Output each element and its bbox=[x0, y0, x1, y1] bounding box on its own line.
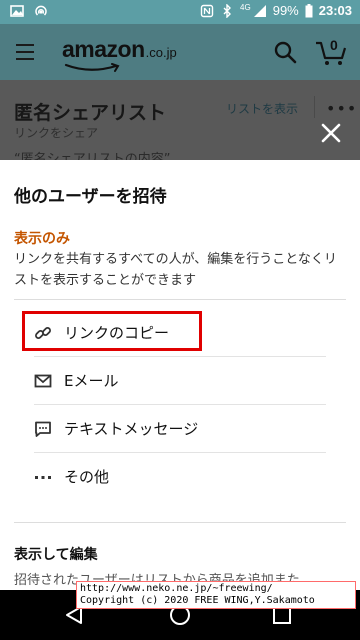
list-title: 匿名シェアリスト bbox=[14, 102, 167, 124]
more-dots-icon bbox=[35, 476, 51, 479]
more-options-icon: ••• bbox=[326, 99, 358, 118]
image-icon bbox=[10, 5, 24, 17]
list-subtitle: リンクをシェア bbox=[14, 126, 99, 140]
text-message-icon bbox=[35, 421, 51, 437]
email-label: Eメール bbox=[64, 372, 119, 390]
clock: 23:03 bbox=[318, 3, 352, 18]
more-share-label: その他 bbox=[64, 468, 110, 486]
cart-count: 0 bbox=[330, 37, 338, 53]
cart-button[interactable]: 0 bbox=[314, 36, 348, 66]
section-divider bbox=[14, 522, 346, 523]
logo-suffix: .co.jp bbox=[145, 45, 177, 60]
battery-percent: 99% bbox=[272, 3, 299, 18]
view-edit-label: 表示して編集 bbox=[14, 547, 98, 563]
close-icon[interactable] bbox=[318, 120, 344, 146]
bluetooth-icon bbox=[223, 3, 232, 18]
email-icon bbox=[34, 374, 52, 388]
nfc-icon bbox=[200, 4, 214, 17]
copy-link-highlight-box bbox=[22, 311, 202, 351]
menu-button[interactable] bbox=[14, 41, 38, 63]
logo-wordmark: amazon bbox=[62, 36, 145, 62]
menu-icon-bar bbox=[16, 51, 34, 53]
copyright-watermark: http://www.neko.ne.jp/~freewing/ Copyrig… bbox=[76, 581, 356, 609]
status-bar-right: 4G 99% 23:03 bbox=[200, 3, 352, 18]
status-bar-left bbox=[10, 4, 48, 18]
background-page-overlay[interactable]: 匿名シェアリスト リストを表示 ••• リンクをシェア “匿名シェアリストの内容… bbox=[0, 80, 360, 167]
text-message-label: テキストメッセージ bbox=[64, 420, 199, 438]
app-header: amazon.co.jp 0 bbox=[0, 24, 360, 80]
search-icon[interactable] bbox=[272, 39, 298, 65]
more-share-option[interactable]: その他 bbox=[34, 453, 326, 501]
watermark-copyright: Copyright (c) 2020 FREE WING,Y.Sakamoto bbox=[80, 595, 315, 606]
network-type-badge: 4G bbox=[240, 3, 251, 12]
menu-icon-bar bbox=[16, 58, 34, 60]
view-only-description: リンクを共有するすべての人が、編集を行うことなくリストを表示することができます bbox=[14, 252, 337, 288]
wifi-hotspot-icon bbox=[35, 5, 47, 16]
header-divider bbox=[314, 96, 315, 118]
logo-smile-icon bbox=[64, 63, 120, 72]
view-only-label: 表示のみ bbox=[14, 231, 70, 247]
status-bar: 4G 99% 23:03 bbox=[0, 0, 360, 24]
section-divider bbox=[14, 299, 346, 300]
text-message-option[interactable]: テキストメッセージ bbox=[34, 405, 326, 453]
amazon-logo[interactable]: amazon.co.jp bbox=[62, 36, 177, 72]
cellular-signal-icon bbox=[253, 4, 266, 17]
view-list-link: リストを表示 bbox=[226, 102, 299, 116]
sheet-title: 他のユーザーを招待 bbox=[14, 187, 167, 207]
invite-sheet: 他のユーザーを招待 表示のみ リンクを共有するすべての人が、編集を行うことなくリ… bbox=[0, 160, 360, 590]
email-option[interactable]: Eメール bbox=[34, 357, 326, 405]
battery-icon bbox=[305, 3, 313, 17]
watermark-url: http://www.neko.ne.jp/~freewing/ bbox=[80, 583, 273, 594]
menu-icon bbox=[16, 44, 34, 46]
